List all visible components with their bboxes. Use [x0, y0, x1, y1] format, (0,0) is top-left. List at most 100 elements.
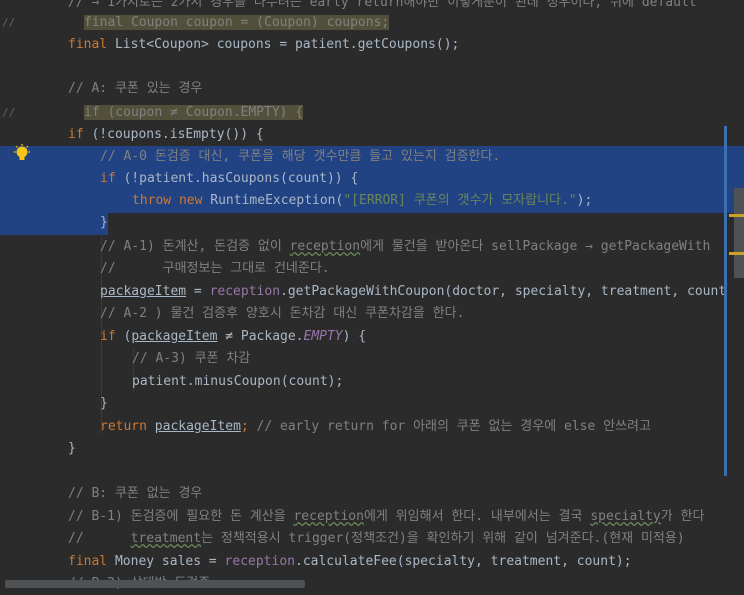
code-token: (!coupons.isEmpty()) {: [91, 127, 264, 142]
code-token: reception: [209, 284, 281, 299]
code-text: if (coupon ≠ Coupon.EMPTY) {: [84, 102, 304, 124]
code-line[interactable]: patient.minusCoupon(count);: [0, 371, 724, 393]
vertical-scrollbar-thumb[interactable]: [734, 188, 744, 278]
code-token: final: [68, 37, 115, 52]
code-line[interactable]: if (!patient.hasCoupons(count)) {: [0, 168, 724, 190]
code-token: .getPackageWithCoupon(doctor, specialty,…: [280, 284, 727, 299]
code-text: final Money sales = reception.calculateF…: [68, 551, 632, 573]
code-line[interactable]: [0, 56, 724, 78]
code-token: packageItem: [100, 284, 187, 299]
code-token: // A-1) 돈계산, 돈검증 없이: [100, 239, 290, 254]
code-line[interactable]: }: [0, 212, 724, 234]
code-text: return packageItem; // early return for …: [100, 416, 651, 438]
code-text: if (packageItem ≠ Package.EMPTY) {: [100, 326, 366, 348]
code-text: if (!patient.hasCoupons(count)) {: [100, 168, 358, 190]
code-line[interactable]: }: [0, 438, 724, 460]
code-text: }: [100, 393, 108, 415]
code-line[interactable]: // A-0 돈검증 대신, 쿠폰을 해당 갯수만큼 들고 있는지 검증한다.: [0, 146, 724, 168]
code-token: final: [68, 554, 115, 569]
code-token: patient.minusCoupon(count);: [132, 374, 344, 389]
code-line[interactable]: // A-3) 쿠폰 차감: [0, 348, 724, 370]
code-token: }: [68, 441, 76, 456]
code-token: // 구매정보는 그대로 건네준다.: [100, 261, 330, 276]
code-token: // A-3) 쿠폰 차감: [132, 351, 251, 366]
code-token: 에게 물건을 받아온다 sellPackage → getPackageWith: [360, 239, 711, 254]
code-token: ≠ Package.: [217, 329, 304, 344]
code-line[interactable]: final Money sales = reception.calculateF…: [0, 551, 724, 573]
code-text: // B-1) 돈검증에 필요한 돈 계산을 reception에게 위임해서 …: [68, 506, 704, 528]
code-token: "[ERROR] 쿠폰의 갯수가 모자랍니다.": [343, 193, 577, 208]
code-token: reception: [224, 554, 295, 569]
code-line[interactable]: [0, 460, 724, 482]
code-token: if: [100, 329, 124, 344]
warning-marker[interactable]: [729, 214, 744, 217]
code-line[interactable]: if (!coupons.isEmpty()) {: [0, 124, 724, 146]
code-text: // A: 쿠폰 있는 경우: [68, 78, 202, 100]
code-line[interactable]: final List<Coupon> coupons = patient.get…: [0, 34, 724, 56]
change-marker: [724, 126, 727, 476]
code-line[interactable]: if (packageItem ≠ Package.EMPTY) {: [0, 326, 724, 348]
code-line[interactable]: // treatment는 정책적용시 trigger(정책조건)을 확인하기 …: [0, 528, 724, 550]
code-text: // B: 쿠폰 없는 경우: [68, 483, 202, 505]
code-text: patient.minusCoupon(count);: [132, 371, 343, 393]
code-text: throw new RuntimeException("[ERROR] 쿠폰의 …: [132, 190, 592, 212]
code-text: packageItem = reception.getPackageWithCo…: [100, 281, 726, 303]
code-token: ) {: [342, 329, 367, 344]
code-line[interactable]: // A-1) 돈계산, 돈검증 없이 reception에게 물건을 받아온다…: [0, 236, 724, 258]
code-token: //: [68, 531, 131, 546]
code-text: final List<Coupon> coupons = patient.get…: [68, 34, 459, 56]
code-text: final Coupon coupon = (Coupon) coupons;: [84, 12, 390, 34]
code-token: if: [100, 171, 124, 186]
code-line[interactable]: packageItem = reception.getPackageWithCo…: [0, 281, 726, 303]
code-line[interactable]: // A-2 ) 물건 검증후 양호시 돈차감 대신 쿠폰차감을 한다.: [0, 303, 724, 325]
code-token: if (coupon ≠ Coupon.EMPTY) {: [84, 105, 304, 120]
gutter-comment-marker: //: [2, 16, 16, 29]
code-token: packageItem: [131, 329, 218, 344]
code-token: 가 한다: [660, 509, 705, 524]
code-token: throw new: [132, 193, 211, 208]
horizontal-scrollbar-thumb[interactable]: [5, 580, 305, 588]
code-token: ;: [240, 419, 257, 434]
code-token: );: [576, 193, 593, 208]
code-token: // A-2 ) 물건 검증후 양호시 돈차감 대신 쿠폰차감을 한다.: [100, 306, 465, 321]
code-text: }: [100, 212, 108, 234]
code-line[interactable]: // if (coupon ≠ Coupon.EMPTY) {: [0, 102, 724, 124]
code-line[interactable]: // final Coupon coupon = (Coupon) coupons…: [0, 12, 724, 34]
code-token: if: [68, 127, 92, 142]
code-token: RuntimeException(: [210, 193, 344, 208]
code-line[interactable]: }: [0, 393, 724, 415]
code-line[interactable]: // B: 쿠폰 없는 경우: [0, 483, 724, 505]
code-token: packageItem: [154, 419, 241, 434]
code-token: }: [100, 396, 108, 411]
code-token: specialty: [590, 509, 661, 524]
code-token: // A-0 돈검증 대신, 쿠폰을 해당 갯수만큼 들고 있는지 검증한다.: [100, 149, 501, 164]
code-text: }: [68, 438, 76, 460]
code-token: // A: 쿠폰 있는 경우: [68, 81, 203, 96]
warning-marker[interactable]: [729, 252, 744, 255]
code-text: if (!coupons.isEmpty()) {: [68, 124, 264, 146]
code-token: // B: 쿠폰 없는 경우: [68, 486, 203, 501]
code-token: Money sales =: [114, 554, 225, 569]
code-text: // A-2 ) 물건 검증후 양호시 돈차감 대신 쿠폰차감을 한다.: [100, 303, 464, 325]
code-token: reception: [289, 239, 361, 254]
code-line[interactable]: // A: 쿠폰 있는 경우: [0, 78, 724, 100]
code-token: // early return for 아래의 쿠폰 없는 경우에 else 안…: [256, 419, 651, 434]
code-line[interactable]: // 구매정보는 그대로 건네준다.: [0, 258, 724, 280]
code-token: 는 정책적용시 trigger(정책조건)을 확인하기 위해 같이 넘겨준다.(…: [201, 531, 685, 546]
gutter-comment-marker: //: [2, 106, 16, 119]
code-token: }: [100, 215, 108, 230]
code-line[interactable]: throw new RuntimeException("[ERROR] 쿠폰의 …: [0, 190, 724, 212]
code-token: (!patient.hasCoupons(count)) {: [123, 171, 359, 186]
code-token: EMPTY: [303, 329, 343, 344]
code-line[interactable]: // B-1) 돈검증에 필요한 돈 계산을 reception에게 위임해서 …: [0, 506, 724, 528]
code-text: // A-3) 쿠폰 차감: [132, 348, 250, 370]
code-text: // 구매정보는 그대로 건네준다.: [100, 258, 330, 280]
code-token: treatment: [130, 531, 202, 546]
code-token: List<Coupon> coupons = patient.getCoupon…: [114, 37, 460, 52]
code-token: 에게 위임해서 한다. 내부에서는 결국: [363, 509, 591, 524]
code-token: =: [186, 284, 210, 299]
code-token: final Coupon coupon = (Coupon) coupons;: [84, 15, 390, 30]
code-line[interactable]: return packageItem; // early return for …: [0, 416, 724, 438]
code-token: return: [100, 419, 155, 434]
code-text: // treatment는 정책적용시 trigger(정책조건)을 확인하기 …: [68, 528, 685, 550]
